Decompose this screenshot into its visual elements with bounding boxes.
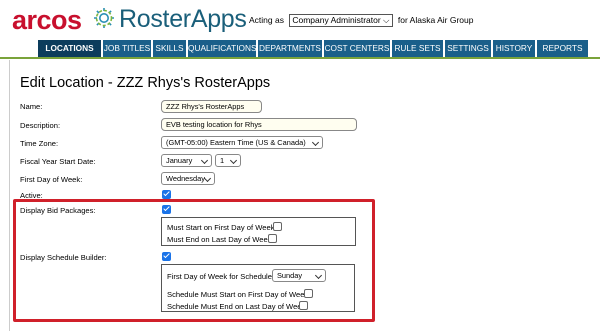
rosterapps-logo-text: RosterApps	[119, 5, 247, 33]
description-label: Description:	[20, 121, 61, 130]
tab-rule-sets[interactable]: RULE SETS	[392, 40, 443, 57]
main-nav: LOCATIONS JOB TITLES SKILLS QUALIFICATIO…	[0, 40, 600, 57]
nav-underline	[0, 57, 600, 59]
first-day-select[interactable]: Wednesday	[161, 172, 215, 185]
chevron-down-icon	[203, 174, 212, 183]
tab-skills[interactable]: SKILLS	[153, 40, 186, 57]
acting-role-select[interactable]: Company Administrator ⌵	[289, 14, 393, 27]
name-label: Name:	[20, 102, 43, 111]
gear-logo-icon	[94, 8, 114, 28]
chevron-down-icon	[311, 138, 320, 147]
name-field[interactable]: ZZZ Rhys's RosterApps	[161, 100, 262, 113]
page-title: Edit Location - ZZZ Rhys's RosterApps	[20, 75, 271, 91]
tab-reports[interactable]: REPORTS	[537, 40, 588, 57]
tab-job-titles[interactable]: JOB TITLES	[103, 40, 151, 57]
acting-prefix: Acting as	[249, 15, 284, 25]
highlight-annotation	[13, 199, 375, 322]
acting-as-bar: Acting as Company Administrator ⌵ for Al…	[249, 14, 473, 27]
chevron-down-icon	[229, 156, 238, 165]
tab-settings[interactable]: SETTINGS	[445, 40, 491, 57]
fiscal-month-select[interactable]: January	[161, 154, 212, 167]
acting-role-value: Company Administrator	[292, 15, 381, 25]
tab-qualifications[interactable]: QUALIFICATIONS	[188, 40, 257, 57]
active-checkbox[interactable]	[162, 190, 171, 199]
fiscal-month-value: January	[166, 156, 193, 165]
app-header: arcos RosterApps Acting as Company Admin…	[0, 0, 600, 40]
timezone-value: (GMT-05:00) Eastern Time (US & Canada)	[166, 138, 306, 147]
fiscal-year-label: Fiscal Year Start Date:	[20, 157, 96, 166]
tab-locations[interactable]: LOCATIONS	[38, 40, 101, 57]
timezone-select[interactable]: (GMT-05:00) Eastern Time (US & Canada)	[161, 136, 323, 149]
tab-cost-centers[interactable]: COST CENTERS	[324, 40, 390, 57]
description-field[interactable]: EVB testing location for Rhys	[161, 118, 357, 131]
fiscal-day-select[interactable]: 1	[215, 154, 241, 167]
fiscal-day-value: 1	[220, 156, 225, 165]
first-day-value: Wednesday	[166, 174, 205, 183]
acting-suffix: for Alaska Air Group	[397, 15, 474, 25]
arcos-logo[interactable]: arcos	[12, 5, 82, 36]
tab-history[interactable]: HISTORY	[493, 40, 535, 57]
chevron-down-icon	[200, 156, 209, 165]
timezone-label: Time Zone:	[20, 139, 59, 148]
tab-departments[interactable]: DEPARTMENTS	[258, 40, 322, 57]
first-day-label: First Day of Week:	[20, 175, 83, 184]
